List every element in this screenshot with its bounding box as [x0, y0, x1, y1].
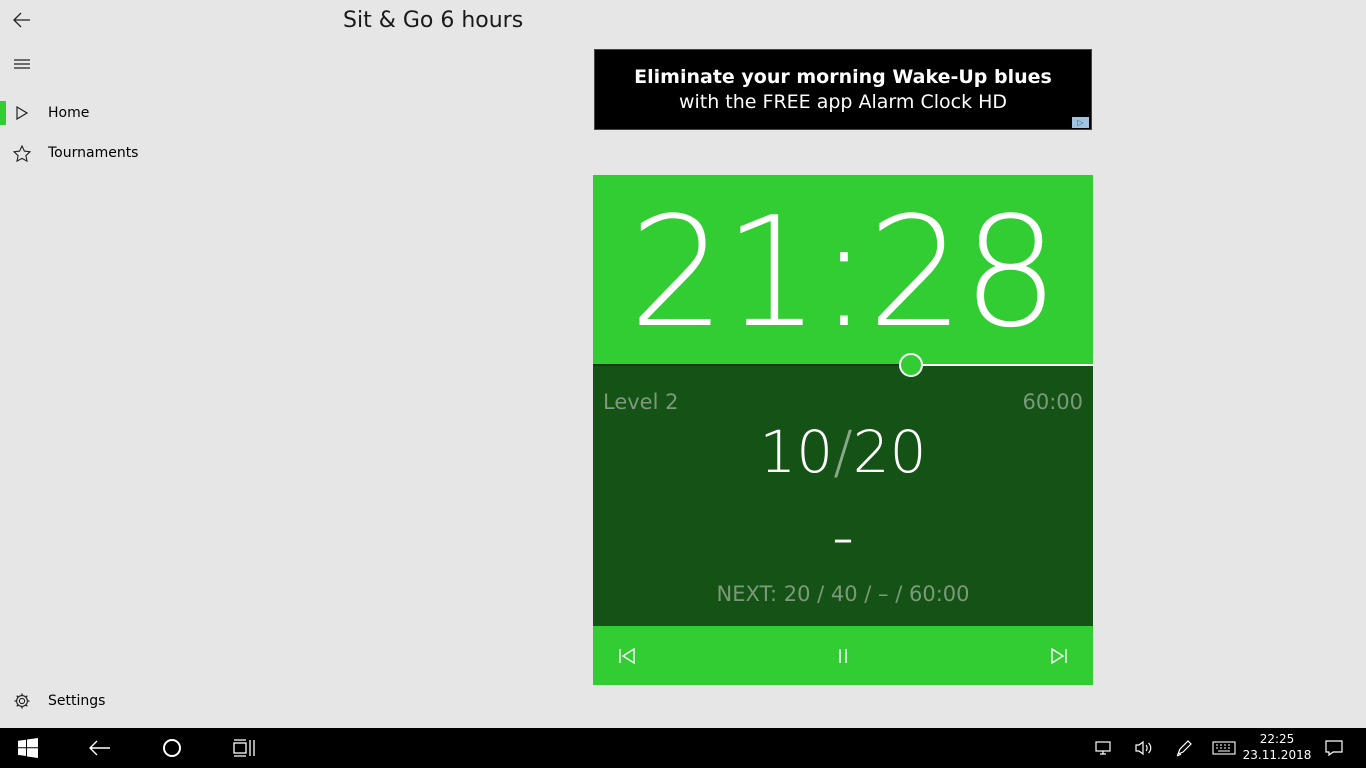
level-label: Level 2	[603, 390, 679, 414]
progress-thumb[interactable]	[899, 353, 923, 377]
taskbar-back-button[interactable]	[76, 728, 124, 768]
action-center-button[interactable]	[1310, 728, 1358, 768]
ad-headline: Eliminate your morning Wake-Up blues	[634, 66, 1052, 88]
next-level-info: NEXT: 20 / 40 / – / 60:00	[716, 582, 970, 606]
gear-icon	[14, 693, 30, 709]
play-outline-icon	[16, 106, 28, 120]
ad-banner[interactable]: Eliminate your morning Wake-Up blues wit…	[594, 49, 1092, 130]
clock-date: 23.11.2018	[1242, 748, 1312, 762]
nav-item-label: Settings	[48, 693, 106, 709]
progress-fill	[593, 364, 911, 366]
cortana-button[interactable]	[148, 728, 196, 768]
notification-icon	[1325, 740, 1343, 757]
ad-choices-icon[interactable]: ▷	[1072, 117, 1089, 128]
windows-logo-icon	[18, 738, 38, 758]
task-view-icon	[233, 739, 255, 757]
nav-item-label: Tournaments	[48, 145, 139, 161]
navigation-pane: Home Tournaments Settings	[0, 0, 330, 728]
pause-button[interactable]	[813, 626, 873, 685]
page-title: Sit & Go 6 hours	[343, 8, 524, 33]
playback-controls	[593, 626, 1093, 685]
level-progress-slider[interactable]	[593, 353, 1093, 377]
level-area: Level 2 60:00 10/20 – NEXT: 20 / 40 / – …	[593, 366, 1093, 626]
pause-icon	[839, 648, 847, 663]
current-blinds: 10/20	[593, 418, 1093, 486]
task-view-button[interactable]	[220, 728, 268, 768]
nav-item-settings[interactable]: Settings	[0, 681, 330, 721]
back-arrow-icon	[13, 12, 30, 28]
big-blind: 20	[852, 418, 927, 486]
start-button[interactable]	[4, 728, 52, 768]
taskbar: 22:25 23.11.2018	[0, 728, 1366, 768]
small-blind: 10	[759, 418, 834, 486]
pen-icon	[1176, 740, 1192, 757]
cortana-circle-icon	[163, 739, 181, 757]
ante-value: –	[833, 516, 853, 562]
speaker-icon	[1135, 740, 1152, 756]
network-icon	[1095, 741, 1111, 755]
clock-time: 22:25	[1259, 732, 1295, 746]
star-outline-icon	[13, 144, 31, 162]
keyboard-icon	[1212, 741, 1236, 755]
hamburger-icon	[14, 59, 30, 69]
back-button[interactable]	[0, 0, 44, 40]
nav-item-label: Home	[48, 105, 90, 121]
countdown-clock: 21:28	[628, 183, 1059, 361]
skip-next-icon	[1051, 647, 1067, 664]
taskbar-clock[interactable]: 22:25 23.11.2018	[1240, 731, 1314, 763]
next-level-button[interactable]	[1029, 626, 1089, 685]
blind-separator: /	[833, 418, 853, 486]
ad-subline: with the FREE app Alarm Clock HD	[678, 91, 1008, 113]
back-arrow-icon	[89, 740, 110, 756]
level-duration: 60:00	[1022, 390, 1083, 414]
skip-previous-icon	[619, 647, 635, 664]
nav-item-home[interactable]: Home	[0, 93, 330, 133]
timer-panel: 21:28 Level 2 60:00 10/20 – NEXT: 20 / 4…	[593, 175, 1093, 685]
hamburger-menu-button[interactable]	[0, 44, 44, 84]
previous-level-button[interactable]	[597, 626, 657, 685]
clock-area: 21:28	[593, 175, 1093, 366]
active-indicator	[0, 101, 6, 125]
nav-item-tournaments[interactable]: Tournaments	[0, 133, 330, 173]
